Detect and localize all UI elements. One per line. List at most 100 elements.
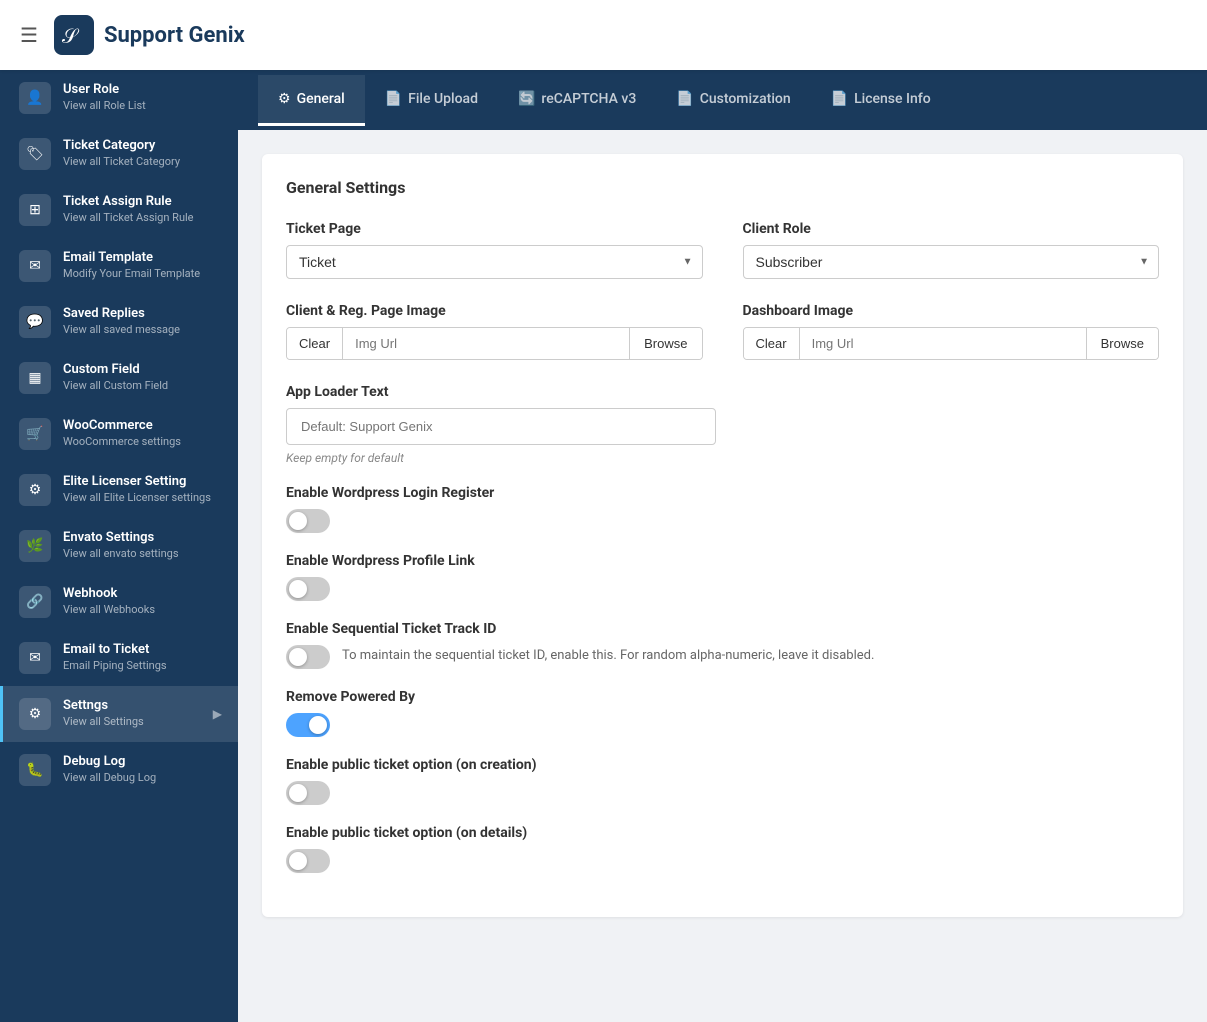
sidebar-item-title-ticket-assign-rule: Ticket Assign Rule <box>63 194 222 211</box>
content-area: ⚙ General 📄 File Upload 🔄 reCAPTCHA v3 📄… <box>238 70 1207 1022</box>
app-title: Support Genix <box>104 23 245 48</box>
wp-profile-toggle[interactable] <box>286 577 330 601</box>
public-ticket-creation-label: Enable public ticket option (on creation… <box>286 757 1159 773</box>
sidebar-item-ticket-assign-rule[interactable]: ⊞ Ticket Assign Rule View all Ticket Ass… <box>0 182 238 238</box>
app-loader-input[interactable] <box>286 408 716 445</box>
dashboard-url-input[interactable] <box>800 328 1086 359</box>
wp-profile-group: Enable Wordpress Profile Link <box>286 553 1159 601</box>
sidebar-item-saved-replies[interactable]: 💬 Saved Replies View all saved message <box>0 294 238 350</box>
sidebar-item-icon-webhook: 🔗 <box>19 586 51 618</box>
sequential-ticket-group: Enable Sequential Ticket Track ID To mai… <box>286 621 1159 669</box>
sidebar-item-title-envato-settings: Envato Settings <box>63 530 222 547</box>
tab-recaptcha[interactable]: 🔄 reCAPTCHA v3 <box>498 75 656 126</box>
sidebar-item-subtitle-saved-replies: View all saved message <box>63 323 222 337</box>
tab-label-general: General <box>297 91 345 107</box>
tab-label-customization: Customization <box>700 91 791 107</box>
top-header: ☰ 𝒮 Support Genix <box>0 0 1207 70</box>
wp-login-toggle[interactable] <box>286 509 330 533</box>
tab-customization[interactable]: 📄 Customization <box>656 75 810 126</box>
remove-powered-toggle[interactable] <box>286 713 330 737</box>
sidebar-item-text-email-template: Email Template Modify Your Email Templat… <box>63 250 222 281</box>
sidebar-item-title-settings: Settngs <box>63 698 201 715</box>
tab-label-license-info: License Info <box>854 91 931 107</box>
ticket-page-select-wrapper: Ticket Support Help <box>286 245 703 279</box>
settings-content: General Settings Ticket Page Ticket Supp… <box>238 130 1207 941</box>
dashboard-clear-button[interactable]: Clear <box>744 328 800 359</box>
sidebar: 👤 User Role View all Role List 🏷 Ticket … <box>0 70 238 1022</box>
sidebar-item-text-ticket-category: Ticket Category View all Ticket Category <box>63 138 222 169</box>
sidebar-item-subtitle-email-to-ticket: Email Piping Settings <box>63 659 222 673</box>
sidebar-item-title-woocommerce: WooCommerce <box>63 418 222 435</box>
dashboard-browse-button[interactable]: Browse <box>1086 328 1158 359</box>
client-role-select[interactable]: Subscriber Customer Editor <box>743 245 1160 279</box>
public-ticket-details-toggle[interactable] <box>286 849 330 873</box>
sidebar-item-icon-woocommerce: 🛒 <box>19 418 51 450</box>
sidebar-item-webhook[interactable]: 🔗 Webhook View all Webhooks <box>0 574 238 630</box>
sidebar-item-text-ticket-assign-rule: Ticket Assign Rule View all Ticket Assig… <box>63 194 222 225</box>
public-ticket-details-toggle-wrapper <box>286 849 1159 873</box>
client-reg-clear-button[interactable]: Clear <box>287 328 343 359</box>
sidebar-item-debug-log[interactable]: 🐛 Debug Log View all Debug Log <box>0 742 238 798</box>
sidebar-item-text-elite-licenser: Elite Licenser Setting View all Elite Li… <box>63 474 222 505</box>
sidebar-item-subtitle-envato-settings: View all envato settings <box>63 547 222 561</box>
sidebar-item-subtitle-user-role: View all Role List <box>63 99 222 113</box>
sidebar-item-text-envato-settings: Envato Settings View all envato settings <box>63 530 222 561</box>
sidebar-item-icon-elite-licenser: ⚙ <box>19 474 51 506</box>
section-title: General Settings <box>286 178 1159 197</box>
sequential-ticket-toggle[interactable] <box>286 645 330 669</box>
client-reg-url-input[interactable] <box>343 328 629 359</box>
settings-card: General Settings Ticket Page Ticket Supp… <box>262 154 1183 917</box>
sidebar-item-subtitle-email-template: Modify Your Email Template <box>63 267 222 281</box>
tab-file-upload[interactable]: 📄 File Upload <box>365 75 498 126</box>
sidebar-item-ticket-category[interactable]: 🏷 Ticket Category View all Ticket Catego… <box>0 126 238 182</box>
wp-login-group: Enable Wordpress Login Register <box>286 485 1159 533</box>
sidebar-item-subtitle-webhook: View all Webhooks <box>63 603 222 617</box>
sidebar-item-subtitle-ticket-category: View all Ticket Category <box>63 155 222 169</box>
sidebar-item-icon-settings: ⚙ <box>19 698 51 730</box>
sidebar-item-custom-field[interactable]: ▦ Custom Field View all Custom Field <box>0 350 238 406</box>
sidebar-item-icon-ticket-category: 🏷 <box>19 138 51 170</box>
client-role-select-wrapper: Subscriber Customer Editor <box>743 245 1160 279</box>
sidebar-item-title-elite-licenser: Elite Licenser Setting <box>63 474 222 491</box>
sidebar-item-title-email-to-ticket: Email to Ticket <box>63 642 222 659</box>
client-reg-browse-button[interactable]: Browse <box>629 328 701 359</box>
sidebar-item-subtitle-ticket-assign-rule: View all Ticket Assign Rule <box>63 211 222 225</box>
sidebar-item-user-role[interactable]: 👤 User Role View all Role List <box>0 70 238 126</box>
sequential-ticket-label: Enable Sequential Ticket Track ID <box>286 621 1159 637</box>
wp-login-label: Enable Wordpress Login Register <box>286 485 1159 501</box>
sidebar-item-text-settings: Settngs View all Settings <box>63 698 201 729</box>
main-layout: 👤 User Role View all Role List 🏷 Ticket … <box>0 70 1207 1022</box>
tab-license-info[interactable]: 📄 License Info <box>811 75 951 126</box>
tab-icon-general: ⚙ <box>278 91 291 107</box>
public-ticket-details-label: Enable public ticket option (on details) <box>286 825 1159 841</box>
sidebar-item-email-to-ticket[interactable]: ✉ Email to Ticket Email Piping Settings <box>0 630 238 686</box>
sidebar-item-elite-licenser[interactable]: ⚙ Elite Licenser Setting View all Elite … <box>0 462 238 518</box>
sidebar-item-icon-user-role: 👤 <box>19 82 51 114</box>
sidebar-item-settings[interactable]: ⚙ Settngs View all Settings ▶ <box>0 686 238 742</box>
public-ticket-creation-group: Enable public ticket option (on creation… <box>286 757 1159 805</box>
sidebar-item-woocommerce[interactable]: 🛒 WooCommerce WooCommerce settings <box>0 406 238 462</box>
public-ticket-creation-toggle[interactable] <box>286 781 330 805</box>
sidebar-item-envato-settings[interactable]: 🌿 Envato Settings View all envato settin… <box>0 518 238 574</box>
sidebar-item-subtitle-elite-licenser: View all Elite Licenser settings <box>63 491 222 505</box>
sidebar-item-title-ticket-category: Ticket Category <box>63 138 222 155</box>
sidebar-item-subtitle-woocommerce: WooCommerce settings <box>63 435 222 449</box>
ticket-page-select[interactable]: Ticket Support Help <box>286 245 703 279</box>
sidebar-item-title-webhook: Webhook <box>63 586 222 603</box>
hamburger-icon[interactable]: ☰ <box>20 23 38 47</box>
sidebar-item-text-woocommerce: WooCommerce WooCommerce settings <box>63 418 222 449</box>
sidebar-item-icon-envato-settings: 🌿 <box>19 530 51 562</box>
tab-general[interactable]: ⚙ General <box>258 75 365 126</box>
tab-label-recaptcha: reCAPTCHA v3 <box>541 91 636 107</box>
sidebar-item-text-user-role: User Role View all Role List <box>63 82 222 113</box>
sidebar-item-title-debug-log: Debug Log <box>63 754 222 771</box>
ticket-page-row: Ticket Page Ticket Support Help Client R… <box>286 221 1159 279</box>
dashboard-image-upload: Clear Browse <box>743 327 1160 360</box>
sidebar-item-email-template[interactable]: ✉ Email Template Modify Your Email Templ… <box>0 238 238 294</box>
sidebar-item-title-saved-replies: Saved Replies <box>63 306 222 323</box>
sidebar-item-subtitle-custom-field: View all Custom Field <box>63 379 222 393</box>
sidebar-chevron-icon: ▶ <box>213 707 222 721</box>
client-reg-image-label: Client & Reg. Page Image <box>286 303 703 319</box>
remove-powered-toggle-wrapper <box>286 713 1159 737</box>
sidebar-item-subtitle-debug-log: View all Debug Log <box>63 771 222 785</box>
